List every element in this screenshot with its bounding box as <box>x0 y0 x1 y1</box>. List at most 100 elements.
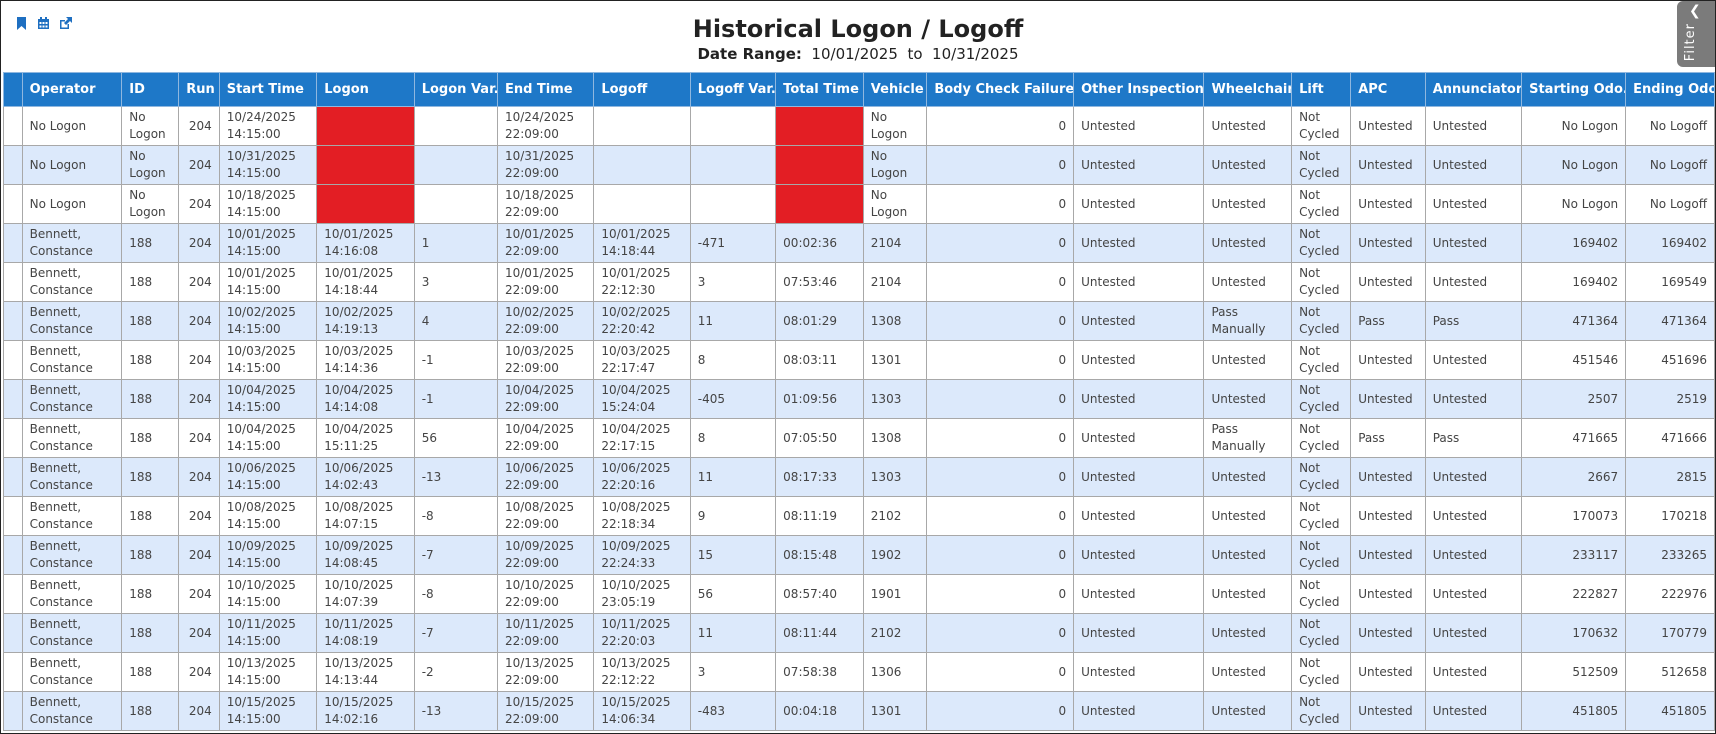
column-header[interactable]: Logoff Var. <box>689 72 777 107</box>
body-check-failures-cell: 0 <box>926 496 1075 536</box>
table-row[interactable]: No Logon No Logon 204 10/18/2025 14:15:00 10… <box>3 184 1715 224</box>
date-range-label: Date Range: <box>697 45 802 63</box>
row-select-cell[interactable] <box>3 379 23 419</box>
end-time-cell: 10/24/2025 22:09:00 <box>496 106 595 146</box>
start-time-cell: 10/09/2025 14:15:00 <box>218 535 318 575</box>
table-row[interactable]: No Logon No Logon 204 10/31/2025 14:15:00 10… <box>3 145 1715 185</box>
table-body: No Logon No Logon 204 10/24/2025 14:15:00 10… <box>3 106 1715 731</box>
table-row[interactable]: No Logon No Logon 204 10/24/2025 14:15:00 10… <box>3 106 1715 146</box>
column-header[interactable]: Operator <box>21 72 123 107</box>
table-row[interactable]: Bennett, Constance 188 204 10/08/2025 14:15… <box>3 496 1715 536</box>
row-select-cell[interactable] <box>3 145 23 185</box>
vehicle-cell: 1308 <box>862 418 928 458</box>
starting-odo-cell: 451805 <box>1521 691 1627 731</box>
lift-cell: Not Cycled <box>1291 652 1352 692</box>
row-select-cell[interactable] <box>3 574 23 614</box>
total-time-cell: 08:15:48 <box>775 535 864 575</box>
column-header[interactable]: Wheelchair <box>1203 72 1293 107</box>
id-cell: No Logon <box>121 184 180 224</box>
apc-cell: Untested <box>1350 223 1426 263</box>
logoff-cell: 10/10/2025 23:05:19 <box>593 574 691 614</box>
row-select-cell[interactable] <box>3 340 23 380</box>
other-inspections-cell: Untested <box>1073 184 1205 224</box>
column-header[interactable]: Start Time <box>218 72 318 107</box>
annunciator-cell: Pass <box>1424 301 1523 341</box>
lift-cell: Not Cycled <box>1291 691 1352 731</box>
table-row[interactable]: Bennett, Constance 188 204 10/04/2025 14:15… <box>3 418 1715 458</box>
row-select-cell[interactable] <box>3 535 23 575</box>
row-select-cell[interactable] <box>3 691 23 731</box>
column-header[interactable]: Logoff <box>593 72 691 107</box>
column-header[interactable]: Vehicle <box>862 72 928 107</box>
run-cell: 204 <box>178 184 220 224</box>
other-inspections-cell: Untested <box>1073 613 1205 653</box>
logon-var-cell <box>413 145 498 185</box>
logon-cell: 10/15/2025 14:02:16 <box>316 691 415 731</box>
starting-odo-cell: 169402 <box>1521 223 1627 263</box>
column-header[interactable]: Ending Odo. <box>1625 72 1715 107</box>
total-time-cell: 08:03:11 <box>775 340 864 380</box>
start-time-cell: 10/24/2025 14:15:00 <box>218 106 318 146</box>
row-select-cell[interactable] <box>3 301 23 341</box>
run-cell: 204 <box>178 535 220 575</box>
row-select-cell[interactable] <box>3 418 23 458</box>
table-row[interactable]: Bennett, Constance 188 204 10/04/2025 14:15… <box>3 379 1715 419</box>
other-inspections-cell: Untested <box>1073 652 1205 692</box>
row-select-cell[interactable] <box>3 613 23 653</box>
table-row[interactable]: Bennett, Constance 188 204 10/10/2025 14:15… <box>3 574 1715 614</box>
column-header[interactable]: Lift <box>1291 72 1352 107</box>
logoff-cell: 10/09/2025 22:24:33 <box>593 535 691 575</box>
end-time-cell: 10/15/2025 22:09:00 <box>496 691 595 731</box>
vehicle-cell: No Logon <box>862 184 928 224</box>
lift-cell: Not Cycled <box>1291 223 1352 263</box>
row-select-cell[interactable] <box>3 652 23 692</box>
lift-cell: Not Cycled <box>1291 301 1352 341</box>
table-row[interactable]: Bennett, Constance 188 204 10/03/2025 14:15… <box>3 340 1715 380</box>
column-header[interactable]: Body Check Failures <box>926 72 1075 107</box>
row-select-cell[interactable] <box>3 262 23 302</box>
column-header[interactable]: End Time <box>496 72 595 107</box>
column-header[interactable]: APC <box>1350 72 1426 107</box>
apc-cell: Untested <box>1350 691 1426 731</box>
row-select-cell[interactable] <box>3 223 23 263</box>
column-header[interactable]: Other Inspections <box>1073 72 1205 107</box>
wheelchair-cell: Pass Manually <box>1203 418 1293 458</box>
column-header[interactable]: ID <box>121 72 180 107</box>
logon-var-cell: 56 <box>413 418 498 458</box>
row-select-cell[interactable] <box>3 184 23 224</box>
end-time-cell: 10/13/2025 22:09:00 <box>496 652 595 692</box>
column-header[interactable]: Annunciator <box>1424 72 1523 107</box>
row-select-cell[interactable] <box>3 496 23 536</box>
table-row[interactable]: Bennett, Constance 188 204 10/11/2025 14:15… <box>3 613 1715 653</box>
column-header[interactable]: Starting Odo. <box>1521 72 1627 107</box>
column-header[interactable]: Logon <box>316 72 415 107</box>
row-select-cell[interactable] <box>3 106 23 146</box>
table-row[interactable]: Bennett, Constance 188 204 10/06/2025 14:15… <box>3 457 1715 497</box>
column-header[interactable]: Total Time <box>775 72 864 107</box>
row-select-cell[interactable] <box>3 457 23 497</box>
table-row[interactable]: Bennett, Constance 188 204 10/15/2025 14:15… <box>3 691 1715 731</box>
table-row[interactable]: Bennett, Constance 188 204 10/02/2025 14:15… <box>3 301 1715 341</box>
column-header[interactable]: Run <box>178 72 220 107</box>
wheelchair-cell: Untested <box>1203 652 1293 692</box>
lift-cell: Not Cycled <box>1291 106 1352 146</box>
lift-cell: Not Cycled <box>1291 145 1352 185</box>
other-inspections-cell: Untested <box>1073 301 1205 341</box>
filter-tab[interactable]: ❮ Filter <box>1677 1 1715 67</box>
table-row[interactable]: Bennett, Constance 188 204 10/01/2025 14:15… <box>3 262 1715 302</box>
ending-odo-cell: 233265 <box>1625 535 1715 575</box>
wheelchair-cell: Untested <box>1203 691 1293 731</box>
column-header[interactable]: Logon Var. <box>413 72 498 107</box>
ending-odo-cell: 451696 <box>1625 340 1715 380</box>
table-row[interactable]: Bennett, Constance 188 204 10/13/2025 14:15… <box>3 652 1715 692</box>
logoff-cell: 10/13/2025 22:12:22 <box>593 652 691 692</box>
logoff-var-cell: 8 <box>689 340 777 380</box>
table-row[interactable]: Bennett, Constance 188 204 10/09/2025 14:15… <box>3 535 1715 575</box>
starting-odo-cell: 471364 <box>1521 301 1627 341</box>
table-row[interactable]: Bennett, Constance 188 204 10/01/2025 14:15… <box>3 223 1715 263</box>
starting-odo-cell: 2667 <box>1521 457 1627 497</box>
run-cell: 204 <box>178 691 220 731</box>
run-cell: 204 <box>178 223 220 263</box>
column-header-select[interactable] <box>3 72 23 107</box>
logoff-cell: 10/01/2025 14:18:44 <box>593 223 691 263</box>
